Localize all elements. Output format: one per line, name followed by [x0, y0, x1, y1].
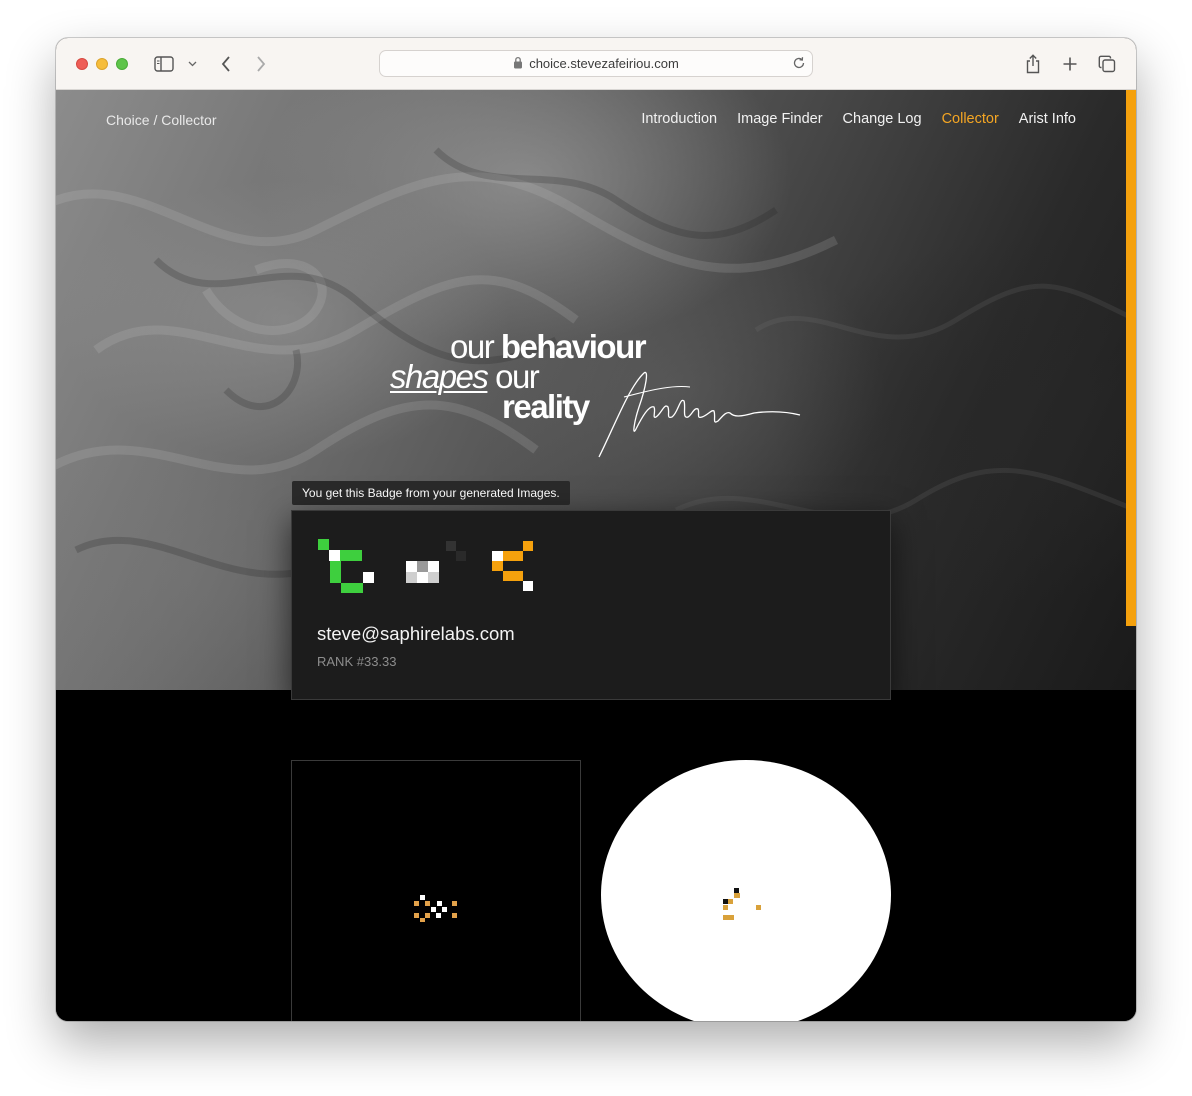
sidebar-icon[interactable]: [152, 52, 176, 76]
tabs-overview-icon[interactable]: [1096, 52, 1118, 76]
nav-links: Introduction Image Finder Change Log Col…: [641, 111, 1076, 127]
slogan-line-3: reality: [502, 388, 590, 426]
share-icon[interactable]: [1022, 52, 1044, 76]
new-tab-icon[interactable]: [1059, 52, 1081, 76]
browser-window: choice.stevezafeiriou.com Choice / Colle…: [56, 38, 1136, 1021]
nav-link-artist-info[interactable]: Arist Info: [1019, 111, 1076, 127]
artist-signature: [598, 371, 801, 458]
collector-badge: [318, 539, 533, 593]
minimize-window-button[interactable]: [96, 58, 108, 70]
browser-toolbar: choice.stevezafeiriou.com: [56, 38, 1136, 90]
collector-email: steve@saphirelabs.com: [317, 623, 515, 644]
reload-icon[interactable]: [792, 56, 806, 73]
url-text: choice.stevezafeiriou.com: [529, 56, 679, 71]
nav-link-image-finder[interactable]: Image Finder: [737, 111, 822, 127]
slogan-word-shapes: shapes: [390, 358, 489, 395]
slogan-word-reality: reality: [502, 388, 590, 425]
generated-image-dark[interactable]: [291, 760, 581, 1021]
nav-link-collector[interactable]: Collector: [942, 111, 999, 127]
chevron-down-icon[interactable]: [186, 52, 198, 76]
zoom-window-button[interactable]: [116, 58, 128, 70]
page-viewport: Choice / Collector Introduction Image Fi…: [56, 90, 1136, 1021]
pixel-art-dark: [414, 895, 457, 922]
lock-icon: [513, 56, 523, 72]
nav-link-introduction[interactable]: Introduction: [641, 111, 717, 127]
badge-tooltip: You get this Badge from your generated I…: [292, 481, 570, 505]
nav-link-change-log[interactable]: Change Log: [843, 111, 922, 127]
collector-rank: RANK #33.33: [317, 654, 397, 669]
generated-image-light[interactable]: [601, 760, 891, 1021]
back-icon[interactable]: [216, 52, 236, 76]
forward-icon[interactable]: [251, 52, 271, 76]
close-window-button[interactable]: [76, 58, 88, 70]
scrollbar-accent[interactable]: [1126, 90, 1136, 626]
collector-profile-card: steve@saphirelabs.com RANK #33.33: [291, 510, 891, 700]
address-bar[interactable]: choice.stevezafeiriou.com: [379, 50, 813, 77]
site-brand[interactable]: Choice / Collector: [106, 112, 217, 128]
site-nav: Choice / Collector Introduction Image Fi…: [56, 90, 1136, 150]
pixel-art-light: [723, 888, 761, 920]
